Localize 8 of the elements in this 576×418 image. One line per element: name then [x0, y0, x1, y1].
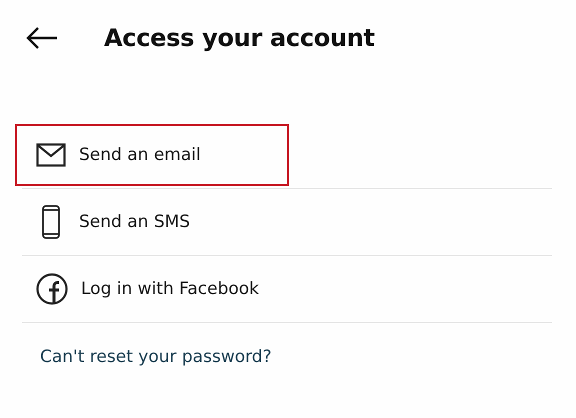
facebook-icon — [36, 273, 68, 305]
back-arrow-icon — [26, 26, 58, 50]
envelope-icon — [36, 143, 66, 167]
help-link[interactable]: Can't reset your password? — [40, 347, 272, 367]
page-title: Access your account — [104, 24, 375, 52]
sms-option[interactable]: Send an SMS — [15, 191, 289, 253]
email-option[interactable]: Send an email — [15, 124, 289, 186]
facebook-option[interactable]: Log in with Facebook — [15, 258, 289, 320]
